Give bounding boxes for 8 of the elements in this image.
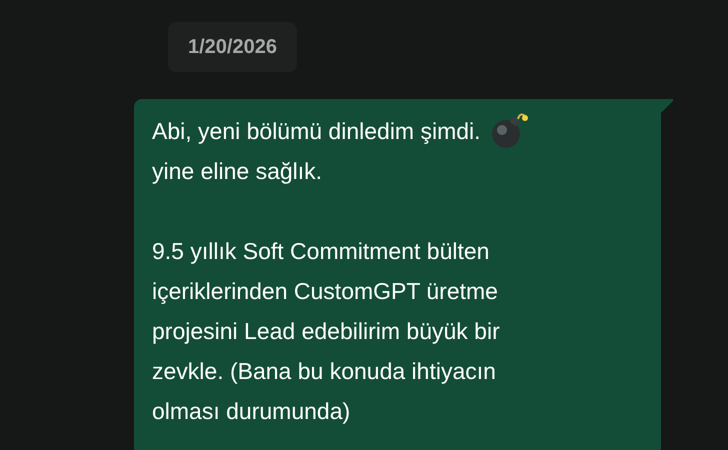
message-text: olması durumunda) [152,397,350,426]
message-text: yine eline sağlık. [152,157,322,186]
message-text: içeriklerinden CustomGPT üretme [152,277,498,306]
message-text: Abi, yeni bölümü dinledim şimdi. [152,117,481,146]
message-text: zevkle. (Bana bu konuda ihtiyacın [152,357,496,386]
message-text: projesini Lead edebilirim büyük bir [152,317,500,346]
date-chip: 1/20/2026 [168,22,297,72]
message-text: 9.5 yıllık Soft Commitment bülten [152,237,490,266]
